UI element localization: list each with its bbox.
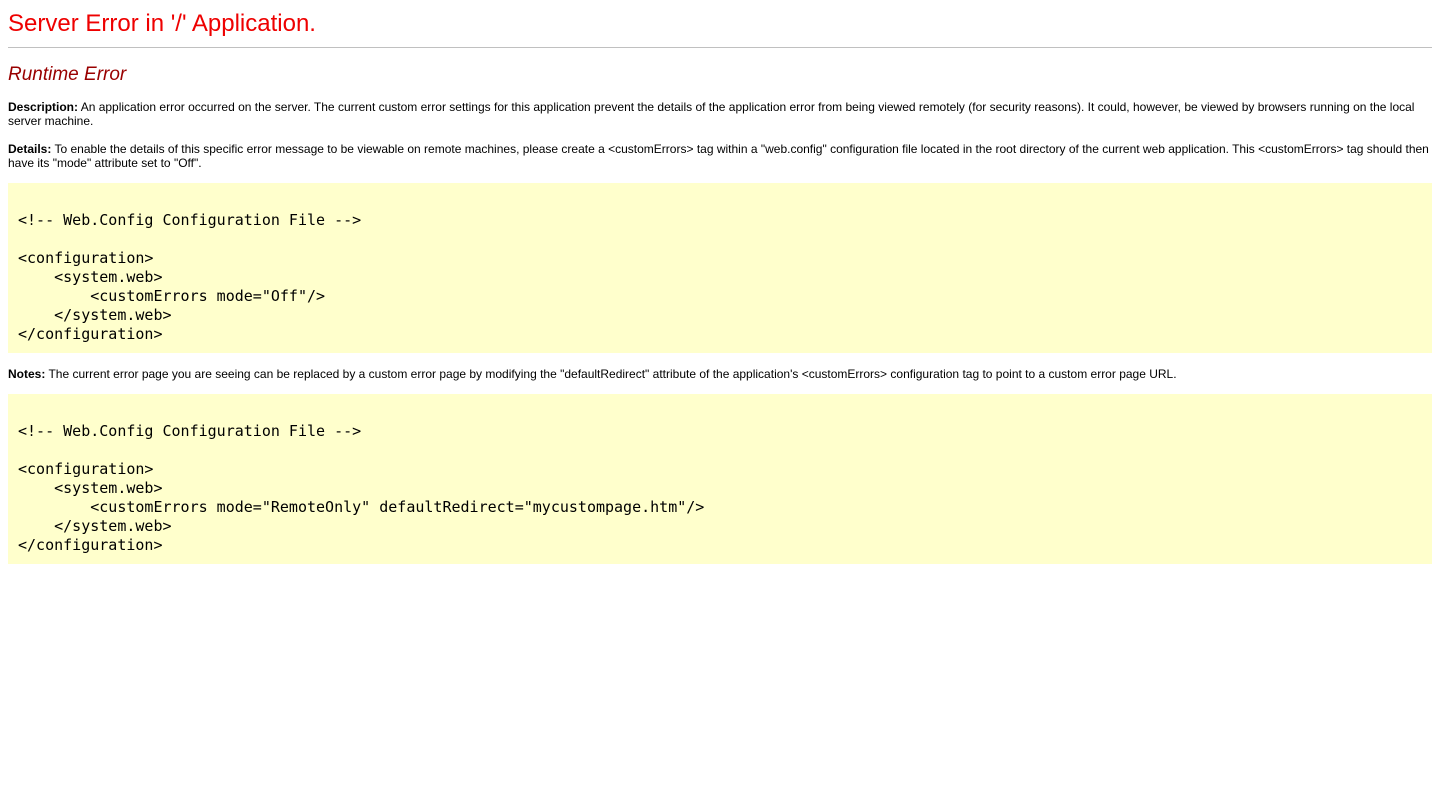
details-text: To enable the details of this specific e…	[8, 142, 1429, 170]
details-paragraph: Details: To enable the details of this s…	[8, 142, 1432, 170]
notes-label: Notes:	[8, 367, 45, 381]
description-paragraph: Description: An application error occurr…	[8, 100, 1432, 128]
code-block-customerrors-remoteonly: <!-- Web.Config Configuration File --> <…	[8, 394, 1432, 564]
title-divider	[8, 47, 1432, 48]
page-title: Server Error in '/' Application.	[8, 10, 1432, 38]
description-text: An application error occurred on the ser…	[8, 100, 1414, 128]
server-error-page: { "header": { "title": "Server Error in …	[8, 10, 1432, 564]
details-label: Details:	[8, 142, 51, 156]
notes-text: The current error page you are seeing ca…	[48, 367, 1176, 381]
code-block-customerrors-remoteonly-text: <!-- Web.Config Configuration File --> <…	[18, 403, 1422, 555]
error-type-heading: Runtime Error	[8, 63, 1432, 86]
description-label: Description:	[8, 100, 78, 114]
code-block-customerrors-off: <!-- Web.Config Configuration File --> <…	[8, 183, 1432, 353]
notes-paragraph: Notes: The current error page you are se…	[8, 367, 1432, 381]
error-type-text: Runtime Error	[8, 64, 126, 85]
code-block-customerrors-off-text: <!-- Web.Config Configuration File --> <…	[18, 192, 1422, 344]
